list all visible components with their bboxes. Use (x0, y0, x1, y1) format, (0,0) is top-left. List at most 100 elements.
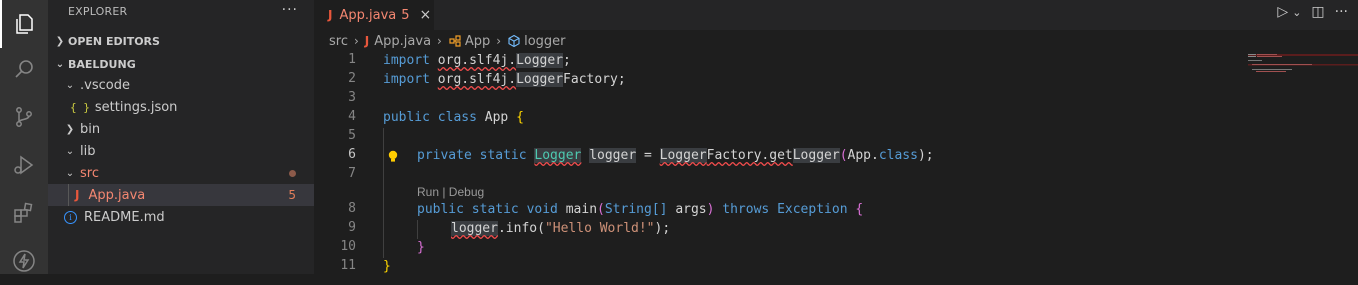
breadcrumb-separator: › (353, 34, 359, 48)
code-line[interactable]: import org.slf4j.Logger; (383, 51, 571, 70)
tab-bar: J App.java 5 × ▷ ⌄ ◫ ··· (314, 0, 1358, 30)
code-token: ); (917, 148, 934, 163)
activity-bar (0, 0, 48, 274)
code-token: args (675, 202, 707, 217)
chevron-right-icon: ❯ (65, 123, 75, 135)
breadcrumb-item-field[interactable]: logger (524, 34, 565, 49)
tree-item-src[interactable]: ⌄ src (48, 162, 314, 184)
more-actions-icon[interactable]: ··· (1335, 4, 1348, 20)
code-line[interactable]: import org.slf4j.LoggerFactory; (383, 70, 626, 89)
code-token: public static void (417, 202, 558, 217)
code-token: ; (563, 53, 571, 68)
vertical-scrollbar[interactable] (1344, 50, 1358, 274)
code-token: String[] (604, 202, 668, 217)
chevron-down-icon: ⌄ (65, 167, 75, 179)
run-debug-icon[interactable] (0, 141, 48, 189)
breadcrumb-item-class[interactable]: App (465, 34, 490, 49)
code-token: import (383, 53, 430, 68)
line-number: 2 (348, 71, 356, 86)
code-line[interactable]: private static Logger logger = LoggerFac… (417, 146, 934, 165)
code-token: } (417, 240, 425, 255)
code-token: .info( (497, 221, 545, 236)
java-file-icon: J (364, 34, 370, 48)
field-icon (508, 34, 520, 48)
code-token: org.slf4j. (437, 53, 517, 68)
codelens-run-debug[interactable]: Run | Debug (417, 185, 484, 199)
explorer-sidebar: EXPLORER ··· ❯ OPEN EDITORS ⌄ BAELDUNG ⌄… (48, 0, 314, 274)
run-icon[interactable]: ▷ (1277, 4, 1288, 20)
code-line[interactable]: } (417, 238, 425, 257)
editor-actions: ▷ ⌄ ◫ ··· (1277, 4, 1348, 20)
split-editor-icon[interactable]: ◫ (1311, 4, 1324, 20)
line-number: 3 (348, 90, 356, 105)
open-editors-header[interactable]: ❯ OPEN EDITORS (48, 30, 314, 52)
modified-dot-icon (289, 169, 296, 177)
tree-item-app-java[interactable]: J App.java 5 (48, 184, 314, 206)
indent-guide (417, 220, 418, 239)
tree-item-label: .vscode (80, 77, 130, 93)
chevron-down-icon: ⌄ (55, 58, 65, 70)
source-control-icon[interactable] (0, 93, 48, 141)
code-line[interactable]: logger.info("Hello World!"); (451, 219, 670, 238)
breadcrumb-item-file[interactable]: App.java (374, 34, 431, 49)
code-token: class (878, 148, 918, 163)
code-token: App (484, 110, 509, 125)
code-token: App. (847, 148, 879, 163)
extensions-icon[interactable] (0, 189, 48, 237)
tree-item-label: bin (80, 121, 101, 137)
tab-app-java[interactable]: J App.java 5 × (314, 0, 434, 30)
code-token: ; (617, 72, 626, 87)
code-token: } (383, 259, 391, 274)
code-token: import (383, 72, 430, 87)
code-token: Logger (792, 148, 840, 163)
tree-item-label: App.java (88, 187, 146, 203)
code-token: Factory.get (706, 148, 793, 163)
tree-item-label: src (80, 165, 99, 181)
code-line[interactable]: } (383, 257, 391, 276)
code-token: Logger (516, 72, 564, 87)
code-line[interactable]: public class App { (383, 108, 524, 127)
java-file-icon: J (75, 188, 80, 202)
line-number: 4 (348, 109, 356, 124)
code-token: logger (451, 221, 498, 236)
tree-item-label: settings.json (94, 99, 178, 115)
tree-item-settings-json[interactable]: { } settings.json (48, 96, 314, 118)
java-file-icon: J (328, 8, 333, 22)
chevron-down-icon[interactable]: ⌄ (1292, 6, 1301, 19)
tree-item-readme[interactable]: i README.md (48, 206, 314, 228)
workspace-header[interactable]: ⌄ BAELDUNG (48, 53, 314, 75)
thunder-icon[interactable] (0, 237, 48, 285)
close-icon[interactable]: × (420, 7, 432, 23)
tab-error-count: 5 (401, 7, 410, 23)
search-icon[interactable] (0, 45, 48, 93)
chevron-down-icon: ⌄ (65, 79, 75, 91)
code-token: "Hello World!" (544, 221, 655, 236)
code-token: ( (839, 148, 848, 163)
workspace-label: BAELDUNG (68, 57, 136, 71)
code-token: public class (383, 110, 477, 125)
tree-item-lib[interactable]: ⌄ lib (48, 140, 314, 162)
code-line[interactable]: public static void main(String[] args) t… (417, 200, 863, 219)
tab-label: App.java (339, 7, 397, 23)
line-number: 9 (348, 220, 356, 235)
code-token: logger (589, 148, 637, 163)
code-token: Logger (659, 148, 707, 163)
lightbulb-icon[interactable] (386, 149, 400, 163)
more-actions-button[interactable]: ··· (282, 2, 298, 18)
line-number: 7 (348, 166, 356, 181)
chevron-right-icon: ❯ (55, 35, 65, 47)
explorer-icon[interactable] (0, 0, 48, 48)
indent-guide (383, 128, 384, 258)
tree-indent-guide (68, 184, 69, 206)
code-token: Exception (777, 202, 848, 217)
breadcrumb-item-src[interactable]: src (329, 34, 348, 49)
tree-item-vscode[interactable]: ⌄ .vscode (48, 74, 314, 96)
class-icon (449, 35, 461, 47)
code-token: private static (417, 148, 527, 163)
breadcrumb-separator: › (437, 34, 442, 48)
info-icon: i (64, 210, 77, 224)
tree-item-bin[interactable]: ❯ bin (48, 118, 314, 140)
minimap[interactable] (1248, 50, 1358, 274)
tree-item-label: README.md (84, 209, 165, 225)
code-token: org.slf4j. (437, 72, 517, 87)
